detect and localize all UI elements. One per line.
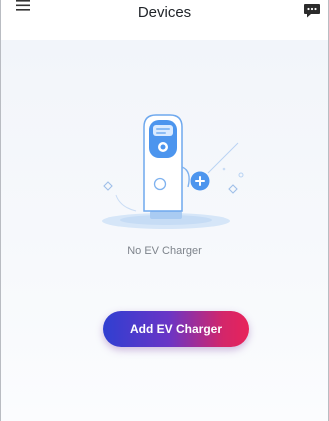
charger-icon xyxy=(143,114,190,212)
main-content: No EV Charger Add EV Charger xyxy=(1,40,328,421)
chat-button[interactable] xyxy=(303,3,321,19)
empty-state-message: No EV Charger xyxy=(127,245,202,257)
plus-badge-icon xyxy=(190,171,210,191)
chat-bubble-icon xyxy=(304,4,320,18)
devices-screen: Devices No EV Charger Add EV Charger xyxy=(0,0,329,421)
add-ev-charger-button[interactable]: Add EV Charger xyxy=(103,311,249,347)
page-title: Devices xyxy=(137,4,192,21)
ev-charger-illustration xyxy=(102,114,244,229)
app-header: Devices xyxy=(1,0,328,40)
